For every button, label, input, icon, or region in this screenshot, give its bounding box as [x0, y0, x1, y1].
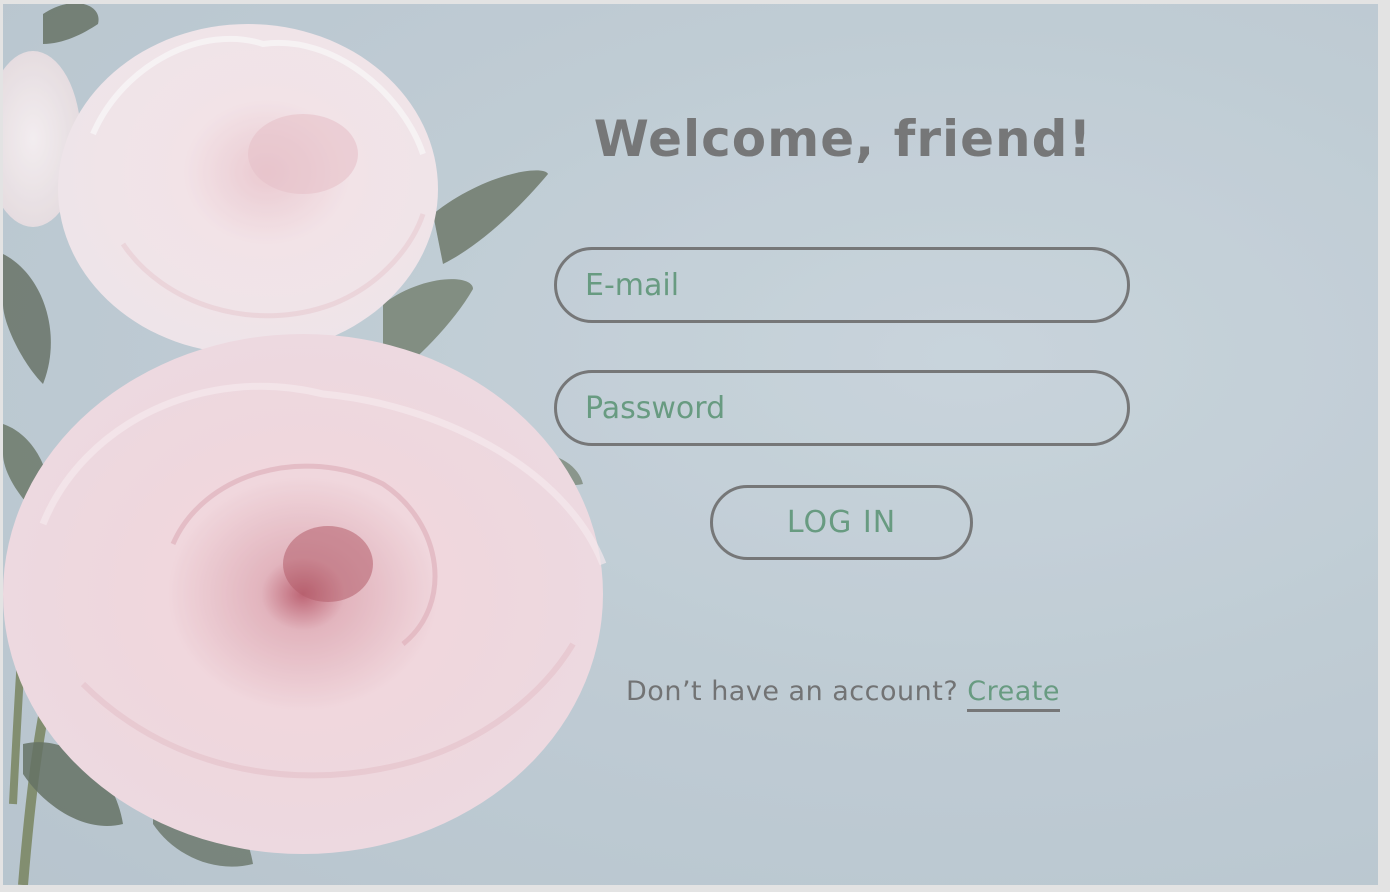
- peony-flowers-image: [3, 4, 607, 885]
- create-account-link[interactable]: Create: [967, 676, 1060, 712]
- login-page: Welcome, friend! LOG IN Don’t have an ac…: [3, 4, 1378, 885]
- email-field[interactable]: [554, 247, 1130, 323]
- signup-prompt-text: Don’t have an account?: [626, 676, 959, 707]
- password-input[interactable]: [557, 373, 1127, 443]
- password-field[interactable]: [554, 370, 1130, 446]
- login-button[interactable]: LOG IN: [710, 485, 973, 560]
- signup-prompt: Don’t have an account? Create: [555, 676, 1131, 712]
- page-title: Welcome, friend!: [593, 110, 1093, 168]
- email-input[interactable]: [557, 250, 1127, 320]
